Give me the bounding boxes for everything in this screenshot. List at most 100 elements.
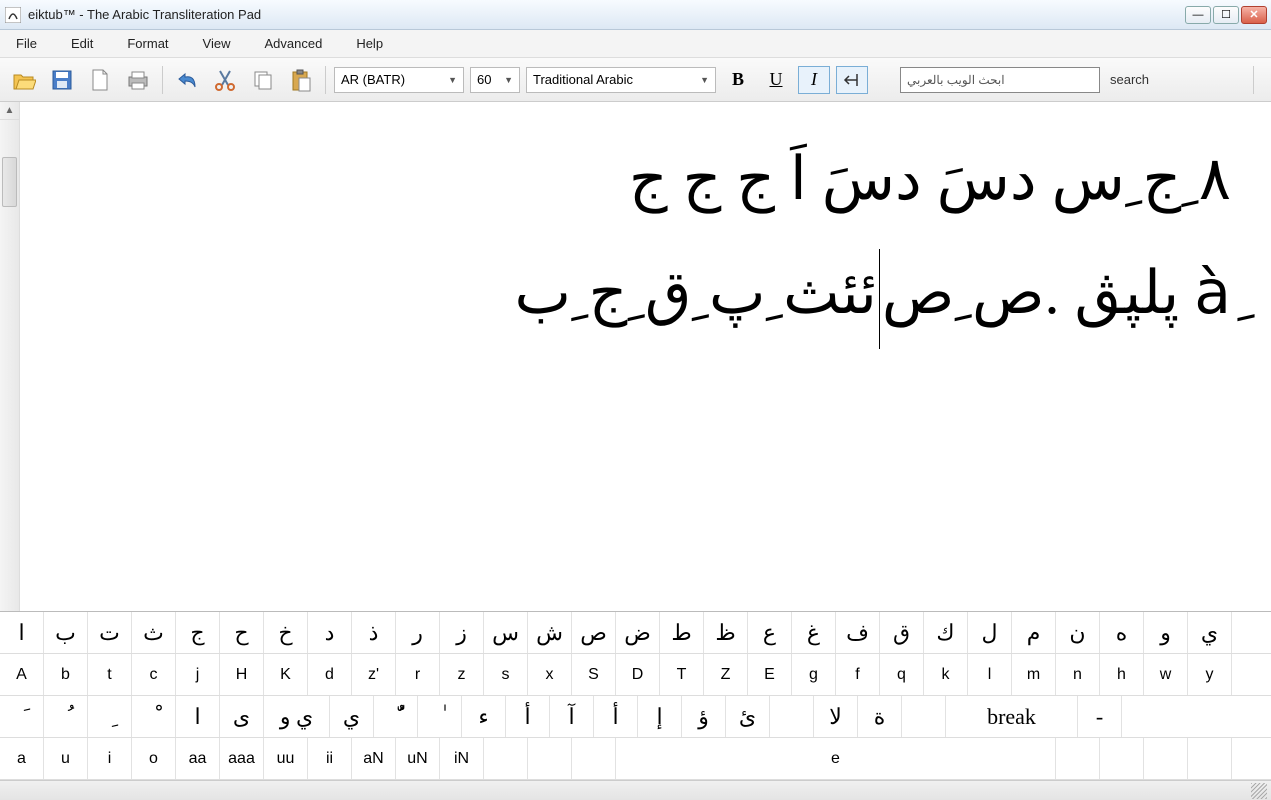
undo-button[interactable] <box>171 64 203 96</box>
keyboard-key[interactable]: ذ <box>352 612 396 653</box>
print-button[interactable] <box>122 64 154 96</box>
keyboard-key[interactable]: أ <box>594 696 638 737</box>
keyboard-key[interactable]: c <box>132 654 176 695</box>
keyboard-key[interactable]: f <box>836 654 880 695</box>
keyboard-key[interactable]: ز <box>440 612 484 653</box>
paste-button[interactable] <box>285 64 317 96</box>
keyboard-key[interactable]: ر <box>396 612 440 653</box>
font-name-dropdown[interactable]: Traditional Arabic ▼ <box>526 67 716 93</box>
keyboard-key[interactable]: ف <box>836 612 880 653</box>
keyboard-key[interactable]: غ <box>792 612 836 653</box>
keyboard-key[interactable]: i <box>88 738 132 779</box>
keyboard-key[interactable]: S <box>572 654 616 695</box>
keyboard-key[interactable]: e <box>616 738 1056 779</box>
keyboard-key-break[interactable]: break <box>946 696 1078 737</box>
scroll-thumb[interactable] <box>2 157 17 207</box>
lang-mode-dropdown[interactable]: AR (BATR) ▼ <box>334 67 464 93</box>
keyboard-key[interactable]: q <box>880 654 924 695</box>
keyboard-key[interactable]: uu <box>264 738 308 779</box>
keyboard-key[interactable]: ٌّ <box>374 696 418 737</box>
keyboard-key[interactable]: uN <box>396 738 440 779</box>
keyboard-key[interactable]: a <box>0 738 44 779</box>
keyboard-key[interactable]: ب <box>44 612 88 653</box>
keyboard-key[interactable]: ي <box>330 696 374 737</box>
save-button[interactable] <box>46 64 78 96</box>
keyboard-key[interactable]: z' <box>352 654 396 695</box>
keyboard-key[interactable]: ؤ <box>682 696 726 737</box>
keyboard-key[interactable]: aaa <box>220 738 264 779</box>
keyboard-key[interactable]: ء <box>462 696 506 737</box>
new-button[interactable] <box>84 64 116 96</box>
keyboard-key[interactable]: D <box>616 654 660 695</box>
open-button[interactable] <box>8 64 40 96</box>
keyboard-key[interactable]: h <box>1100 654 1144 695</box>
keyboard-key[interactable]: k <box>924 654 968 695</box>
keyboard-key[interactable]: ا <box>176 696 220 737</box>
keyboard-key[interactable]: ِ <box>88 696 132 737</box>
minimize-button[interactable]: — <box>1185 6 1211 24</box>
menu-format[interactable]: Format <box>123 32 172 55</box>
menu-advanced[interactable]: Advanced <box>260 32 326 55</box>
keyboard-key[interactable]: ٰ <box>418 696 462 737</box>
keyboard-key[interactable]: ص <box>572 612 616 653</box>
keyboard-key[interactable]: ك <box>924 612 968 653</box>
keyboard-key[interactable]: g <box>792 654 836 695</box>
keyboard-key[interactable]: ى <box>220 696 264 737</box>
keyboard-key[interactable]: ق <box>880 612 924 653</box>
keyboard-key[interactable]: ج <box>176 612 220 653</box>
underline-button[interactable]: U <box>760 66 792 94</box>
keyboard-key[interactable]: ْ <box>132 696 176 737</box>
keyboard-key[interactable]: o <box>132 738 176 779</box>
keyboard-key[interactable]: Z <box>704 654 748 695</box>
keyboard-key[interactable]: n <box>1056 654 1100 695</box>
keyboard-key[interactable]: و <box>1144 612 1188 653</box>
keyboard-key[interactable]: ii <box>308 738 352 779</box>
keyboard-key[interactable]: d <box>308 654 352 695</box>
menu-help[interactable]: Help <box>352 32 387 55</box>
keyboard-key[interactable]: s <box>484 654 528 695</box>
italic-button[interactable]: I <box>798 66 830 94</box>
keyboard-key[interactable]: ط <box>660 612 704 653</box>
keyboard-key[interactable]: E <box>748 654 792 695</box>
keyboard-key[interactable]: K <box>264 654 308 695</box>
scroll-up-icon[interactable]: ▲ <box>0 102 19 120</box>
keyboard-key[interactable]: aN <box>352 738 396 779</box>
search-button[interactable]: search <box>1106 72 1153 87</box>
maximize-button[interactable]: ☐ <box>1213 6 1239 24</box>
keyboard-key[interactable]: ئ <box>726 696 770 737</box>
keyboard-key[interactable]: r <box>396 654 440 695</box>
keyboard-key[interactable]: T <box>660 654 704 695</box>
keyboard-key[interactable]: خ <box>264 612 308 653</box>
keyboard-key[interactable]: ث <box>132 612 176 653</box>
copy-button[interactable] <box>247 64 279 96</box>
keyboard-key[interactable]: w <box>1144 654 1188 695</box>
vertical-scrollbar[interactable]: ▲ <box>0 102 20 611</box>
keyboard-key[interactable]: ت <box>88 612 132 653</box>
keyboard-key[interactable]: آ <box>550 696 594 737</box>
keyboard-key[interactable]: ه <box>1100 612 1144 653</box>
keyboard-key[interactable]: س <box>484 612 528 653</box>
keyboard-key[interactable]: أ <box>506 696 550 737</box>
keyboard-key[interactable]: لا <box>814 696 858 737</box>
keyboard-key[interactable]: - <box>1078 696 1122 737</box>
keyboard-key[interactable]: ة <box>858 696 902 737</box>
bold-button[interactable]: B <box>722 66 754 94</box>
keyboard-key[interactable]: A <box>0 654 44 695</box>
keyboard-key[interactable]: م <box>1012 612 1056 653</box>
keyboard-key[interactable]: ُ <box>44 696 88 737</box>
menu-view[interactable]: View <box>199 32 235 55</box>
font-size-dropdown[interactable]: 60 ▼ <box>470 67 520 93</box>
text-direction-button[interactable] <box>836 66 868 94</box>
keyboard-key[interactable]: z <box>440 654 484 695</box>
close-button[interactable]: ✕ <box>1241 6 1267 24</box>
keyboard-key[interactable]: l <box>968 654 1012 695</box>
keyboard-key[interactable]: iN <box>440 738 484 779</box>
keyboard-key[interactable]: ح <box>220 612 264 653</box>
keyboard-key[interactable]: إ <box>638 696 682 737</box>
toolbar-overflow[interactable] <box>1253 66 1263 94</box>
keyboard-key[interactable]: H <box>220 654 264 695</box>
keyboard-key[interactable]: ض <box>616 612 660 653</box>
keyboard-key[interactable]: aa <box>176 738 220 779</box>
keyboard-key[interactable]: ظ <box>704 612 748 653</box>
cut-button[interactable] <box>209 64 241 96</box>
